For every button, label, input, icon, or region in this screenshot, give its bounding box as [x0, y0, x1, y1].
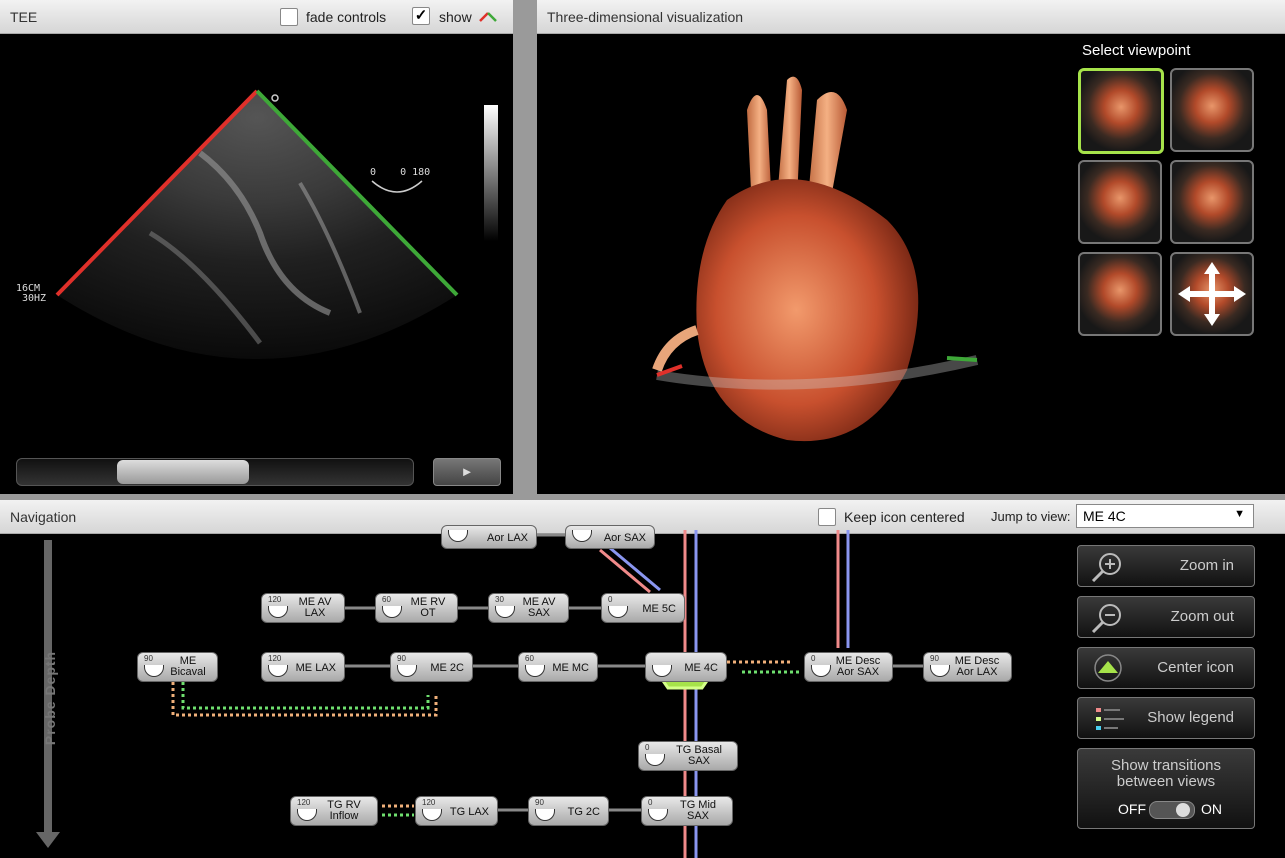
show-legend-button[interactable]: Show legend	[1077, 697, 1255, 739]
ultrasound-image	[55, 89, 498, 359]
node-tg-lax[interactable]: 120 TG LAX	[415, 796, 498, 826]
sector-icon	[144, 665, 164, 677]
show-transitions-panel: Show transitions between views OFF ON	[1077, 748, 1255, 829]
sector-icon	[382, 606, 402, 618]
sector-icon	[422, 809, 442, 821]
freq-readout: 30HZ	[22, 293, 47, 304]
node-me-av-lax[interactable]: 120 ME AV LAX	[261, 593, 345, 623]
node-me-desc-aor-lax[interactable]: 90 ME Desc Aor LAX	[923, 652, 1012, 682]
fade-controls-checkbox[interactable]	[280, 8, 298, 26]
keep-centered-label: Keep icon centered	[844, 509, 965, 525]
node-me-2c[interactable]: 90 ME 2C	[390, 652, 473, 682]
sector-icon	[572, 530, 592, 542]
node-tg-mid-sax[interactable]: 0 TG Mid SAX	[641, 796, 733, 826]
sector-icon	[525, 665, 545, 677]
viz-header: Three-dimensional visualization	[537, 0, 1285, 34]
sector-icon	[479, 12, 497, 22]
heart-model[interactable]	[637, 70, 997, 470]
sector-icon	[397, 665, 417, 677]
node-me-av-sax[interactable]: 30 ME AV SAX	[488, 593, 569, 623]
sector-icon	[297, 809, 317, 821]
node-me-mc[interactable]: 60 ME MC	[518, 652, 598, 682]
viewpoint-thumb-4[interactable]	[1170, 160, 1254, 244]
tee-panel: TEE fade controls ✓ show 0 0 180 16CM 30…	[0, 0, 513, 494]
node-me-5c[interactable]: 0 ME 5C	[601, 593, 685, 623]
viewpoint-title: Select viewpoint	[1082, 42, 1191, 59]
jump-to-view-select[interactable]: ME 4C ▼	[1076, 504, 1254, 528]
node-aor-sax[interactable]: Aor SAX	[565, 525, 655, 549]
show-checkbox[interactable]: ✓	[412, 7, 430, 25]
keep-centered-checkbox[interactable]	[818, 508, 836, 526]
rotate-arrows-icon	[1178, 262, 1246, 326]
sector-icon	[268, 665, 288, 677]
node-tg-basal-sax[interactable]: 0 TG Basal SAX	[638, 741, 738, 771]
node-me-bicaval[interactable]: 90 ME Bicaval	[137, 652, 218, 682]
nav-title: Navigation	[10, 509, 77, 525]
zoom-in-button[interactable]: Zoom in	[1077, 545, 1255, 587]
zoom-out-button[interactable]: Zoom out	[1077, 596, 1255, 638]
node-me-rv-ot[interactable]: 60 ME RV OT	[375, 593, 458, 623]
node-aor-lax[interactable]: Aor LAX	[441, 525, 537, 549]
scroll-thumb[interactable]	[117, 460, 249, 484]
sector-icon	[648, 809, 668, 821]
viewpoint-thumb-1[interactable]	[1078, 68, 1164, 154]
sector-icon	[448, 530, 468, 542]
sector-icon	[645, 754, 665, 766]
tee-header: TEE fade controls ✓ show	[0, 0, 513, 34]
center-target-icon	[1094, 654, 1122, 682]
show-label: show	[439, 9, 472, 25]
tee-title: TEE	[10, 9, 38, 25]
sector-icon	[652, 665, 672, 677]
sector-icon	[608, 606, 628, 618]
viz-title: Three-dimensional visualization	[547, 9, 744, 25]
legend-icon	[1096, 708, 1124, 730]
toggle-off-label: OFF	[1118, 801, 1146, 817]
node-tg-rv-inflow[interactable]: 120 TG RV Inflow	[290, 796, 378, 826]
jump-value: ME 4C	[1083, 508, 1126, 524]
sector-icon	[811, 665, 831, 677]
toggle-on-label: ON	[1201, 801, 1222, 817]
node-me-4c[interactable]: ME 4C	[645, 652, 727, 682]
fade-controls-label: fade controls	[306, 9, 387, 25]
node-tg-2c[interactable]: 90 TG 2C	[528, 796, 609, 826]
zoom-in-icon	[1091, 553, 1121, 582]
play-button[interactable]: ►	[433, 458, 501, 486]
center-icon-button[interactable]: Center icon	[1077, 647, 1255, 689]
sector-icon	[495, 606, 515, 618]
viewpoint-thumb-rotate[interactable]	[1170, 252, 1254, 336]
node-me-lax[interactable]: 120 ME LAX	[261, 652, 345, 682]
angle-readout: 0 0 180	[370, 167, 431, 178]
viewpoint-thumb-quad[interactable]	[1078, 252, 1162, 336]
show-transitions-label: Show transitions between views	[1110, 757, 1222, 790]
jump-label: Jump to view:	[991, 509, 1071, 524]
sector-icon	[930, 665, 950, 677]
transitions-toggle[interactable]	[1149, 801, 1195, 819]
dropdown-arrow-icon: ▼	[1234, 508, 1245, 520]
sector-icon	[535, 809, 555, 821]
viewpoint-thumb-3[interactable]	[1078, 160, 1162, 244]
zoom-out-icon	[1091, 604, 1121, 633]
node-me-desc-aor-sax[interactable]: 0 ME Desc Aor SAX	[804, 652, 893, 682]
sector-icon	[268, 606, 288, 618]
visualization-panel: Three-dimensional visualization Select v…	[537, 0, 1285, 494]
viewpoint-thumb-2[interactable]	[1170, 68, 1254, 152]
frame-scrollbar[interactable]	[16, 458, 414, 486]
toggle-knob[interactable]	[1176, 803, 1190, 817]
